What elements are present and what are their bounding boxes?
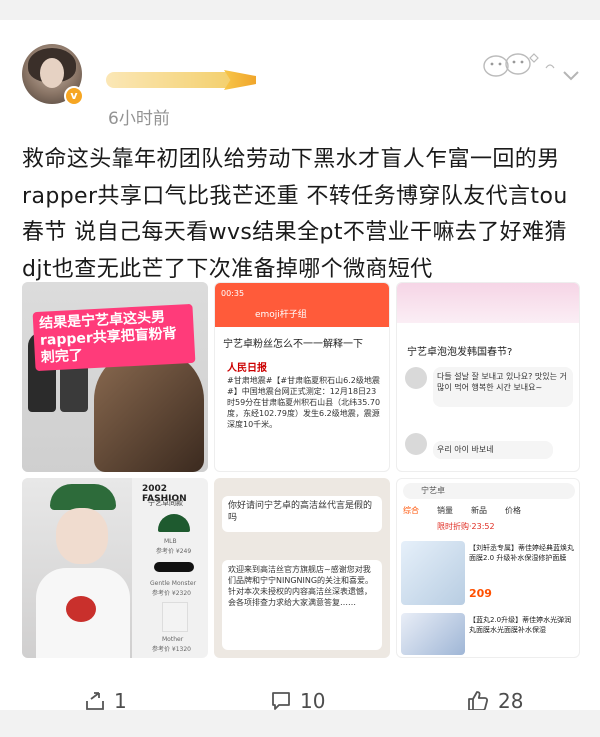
tab-price: 价格 bbox=[505, 506, 521, 515]
chat-question: 你好请问宁艺卓的高洁丝代言是假的吗 bbox=[222, 496, 382, 532]
green-cap bbox=[50, 484, 116, 510]
bubble-question: 宁艺卓泡泡发韩国春节? bbox=[407, 347, 513, 358]
portrait-photo bbox=[94, 352, 204, 472]
product-title-1: 【刘轩丞专属】蒂佳婷经典蓝焕丸面膜2.0 升级补水保湿修护面膜 bbox=[469, 544, 574, 562]
sunglasses-product bbox=[154, 562, 194, 572]
avatar-face bbox=[40, 58, 64, 88]
post-image-1[interactable]: 结果是宁艺卓这头男rapper共享把盲粉背刺完了 bbox=[22, 282, 208, 472]
chat-title: emoji杆子组 bbox=[255, 310, 307, 320]
post-image-3[interactable]: 宁艺卓泡泡发韩国春节? 다들 설날 잘 보내고 있나요? 맛있는 거 많이 먹어… bbox=[396, 282, 580, 472]
news-text: #甘肃地震#【#甘肃临夏积石山6.2级地震#】中国地震台网正式测定：12月18日… bbox=[227, 376, 381, 429]
post-image-2[interactable]: 00:35 emoji杆子组 宁艺卓粉丝怎么不一一解释一下 人民日报 #甘肃地震… bbox=[214, 282, 390, 472]
product-title-2: 【蓝丸2.0升级】蒂佳婷水光弹润丸面膜水光面膜补水保湿 bbox=[469, 616, 572, 634]
post-image-6[interactable]: 宁艺卓 综合 销量 新品 价格 限时折购·23:52 【刘轩丞专属】蒂佳婷经典蓝… bbox=[396, 478, 580, 658]
strawberry-print bbox=[66, 596, 96, 622]
decoration-sticker-icon bbox=[483, 53, 555, 77]
shirt-product bbox=[162, 602, 188, 632]
promo-timer: 限时折购·23:52 bbox=[437, 522, 495, 531]
post-image-5[interactable]: 你好请问宁艺卓的高洁丝代言是假的吗 欢迎来到高洁丝官方旗舰店~感谢您对我们品牌和… bbox=[214, 478, 390, 658]
chat-bubble: 우리 아이 바보네 bbox=[433, 441, 553, 459]
tab-all: 综合 bbox=[403, 506, 419, 515]
tab-bar: 综合 销量 新品 价格 bbox=[403, 505, 521, 516]
item2-price: 参考价 ¥2320 bbox=[152, 590, 191, 597]
avatar bbox=[405, 367, 427, 389]
status-time: 00:35 bbox=[221, 289, 245, 298]
post-body-text: 救命这头靠年初团队给劳动下黑水才盲人乍富一回的男rapper共享口气比我芒还重 … bbox=[22, 147, 568, 282]
item3-name: Mother bbox=[162, 636, 184, 643]
chat-bubble: 다들 설날 잘 보내고 있나요? 맛있는 거 많이 먹어 행복한 시간 보내요~ bbox=[433, 367, 573, 407]
product-price-1: 209 bbox=[469, 587, 492, 600]
verified-badge-icon: v bbox=[64, 86, 84, 106]
image-top-bar bbox=[397, 283, 579, 323]
cap-product bbox=[158, 514, 190, 532]
share-icon bbox=[86, 692, 104, 710]
news-source: 人民日报 bbox=[227, 363, 267, 374]
search-input: 宁艺卓 bbox=[403, 483, 575, 499]
avatar bbox=[405, 433, 427, 455]
product-image-2 bbox=[401, 613, 465, 655]
chevron-down-icon[interactable] bbox=[562, 70, 580, 82]
post-image-4[interactable]: 2002 FASHION 宁艺卓同款 MLB 参考价 ¥249 Gentle M… bbox=[22, 478, 208, 658]
magazine-subtitle: 宁艺卓同款 bbox=[148, 499, 183, 507]
tab-sales: 销量 bbox=[437, 506, 453, 515]
item1-price: 参考价 ¥249 bbox=[156, 548, 192, 555]
comment-icon bbox=[272, 692, 290, 710]
item3-price: 参考价 ¥1320 bbox=[152, 646, 191, 653]
tab-new: 新品 bbox=[471, 506, 487, 515]
feed-divider bbox=[0, 710, 600, 737]
item2-name: Gentle Monster bbox=[150, 580, 197, 587]
username-badge[interactable] bbox=[106, 72, 236, 88]
overlay-caption: 结果是宁艺卓这头男rapper共享把盲粉背刺完了 bbox=[32, 303, 196, 372]
chat-headline: 宁艺卓粉丝怎么不一一解释一下 bbox=[223, 339, 363, 350]
post-time: 6小时前 bbox=[108, 109, 170, 129]
chat-reply: 欢迎来到高洁丝官方旗舰店~感谢您对我们品牌和宁宁NINGNING的关注和喜爱。针… bbox=[222, 560, 382, 650]
face bbox=[56, 508, 108, 564]
weibo-post-card: v 6小时前 救命这头靠年初团队给劳动下黑水才盲人乍富一回的男rapper共享口… bbox=[0, 20, 600, 713]
item1-name: MLB bbox=[164, 538, 177, 545]
product-image-1 bbox=[401, 541, 465, 605]
